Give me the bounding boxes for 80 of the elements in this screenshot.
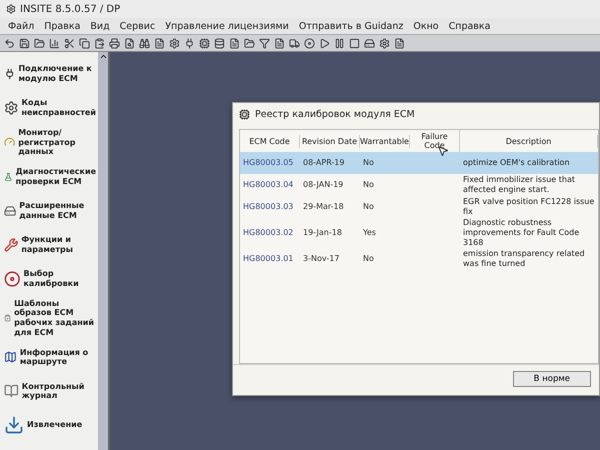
scrollbar[interactable] (98, 52, 108, 450)
dialog-title: Реестр калибровок модуля ECM (255, 108, 415, 120)
document-search-icon[interactable] (124, 38, 135, 48)
sidebar-item[interactable]: Контрольный журнал (22, 382, 96, 401)
undo-icon[interactable] (4, 38, 15, 48)
save-icon[interactable] (19, 38, 30, 48)
truck-icon[interactable] (289, 38, 300, 48)
menu-item[interactable]: Управление лицензиями (165, 20, 289, 32)
chart-icon[interactable] (49, 38, 60, 48)
menu-item[interactable]: Справка (448, 20, 490, 32)
folder-icon[interactable] (34, 38, 45, 48)
sidebar-item[interactable]: Функции и параметры (21, 235, 96, 254)
table-row[interactable]: HG80003.01 3-Nov-17 No emission transparency related was fine turned (240, 248, 598, 270)
stop-icon[interactable] (349, 38, 360, 48)
column-header[interactable]: ECM Code (240, 134, 300, 148)
cut-icon[interactable] (64, 38, 75, 48)
table-cell-text: Yes (362, 228, 377, 238)
sidebar-item[interactable]: Коды неисправностей (21, 98, 96, 118)
table-cell-text: optimize OEM's calibration (462, 158, 571, 168)
table-cell-text: 08-APR-19 (302, 158, 346, 168)
filter-icon[interactable] (259, 38, 270, 48)
table-cell-text: No (362, 180, 375, 190)
menu-item[interactable]: Отправить в Guidanz (298, 20, 404, 32)
table-cell-text: HG80003.02 (242, 228, 294, 238)
paste-icon[interactable] (94, 38, 105, 48)
menu-item[interactable]: Сервис (120, 20, 156, 32)
document-icon[interactable] (154, 38, 165, 48)
table-cell-text: HG80003.03 (242, 202, 294, 212)
scroll-up-icon[interactable] (98, 52, 108, 61)
sidebar-item[interactable]: Подключение к модулю ECM (18, 64, 96, 84)
document-icon[interactable] (229, 38, 240, 48)
menu-item[interactable]: Вид (90, 20, 110, 32)
disc-icon[interactable] (304, 38, 315, 48)
disc-icon[interactable] (4, 268, 20, 289)
column-header[interactable]: Revision Date (300, 134, 360, 148)
table-cell-text: 3-Nov-17 (302, 254, 340, 264)
table-cell-text: HG80003.05 (242, 158, 294, 168)
table-row[interactable]: HG80003.03 29-Mar-18 No EGR valve position FC1228 issue fix (240, 196, 598, 218)
table-cell-text: 08-JAN-19 (302, 180, 344, 190)
table-cell-text: HG80003.04 (242, 180, 294, 190)
column-header[interactable]: Description (460, 134, 598, 148)
binoculars-icon[interactable] (139, 38, 150, 48)
document-icon[interactable] (274, 38, 285, 48)
ok-button[interactable]: В норме (512, 371, 591, 387)
download-icon[interactable] (4, 415, 24, 436)
sidebar-item[interactable]: Расширенные данные ECM (19, 201, 96, 220)
menu-item[interactable]: Файл (8, 20, 34, 32)
table-cell-text: EGR valve position FC1228 issue fix (462, 197, 596, 217)
folder-icon[interactable] (244, 38, 255, 48)
play-icon[interactable] (319, 38, 330, 48)
table-cell-text: emission transparency related was fine turned (462, 249, 586, 269)
table-cell-text: No (362, 158, 375, 168)
database-icon[interactable] (214, 38, 225, 48)
window-title: INSITE 8.5.0.57 / DP (20, 4, 120, 14)
sidebar-item[interactable]: Монитор/регистратор данных (18, 128, 96, 157)
settings-icon[interactable] (169, 38, 180, 48)
menu-item[interactable]: Окно (413, 20, 439, 32)
pause-icon[interactable] (334, 38, 345, 48)
copy-icon[interactable] (79, 38, 90, 48)
sidebar-item[interactable]: Информация о маршруте (20, 348, 96, 367)
menu-item[interactable]: Правка (44, 20, 80, 32)
sidebar-item[interactable]: Извлечение (27, 420, 82, 430)
table-cell-text: No (362, 202, 375, 212)
table-cell-text: 19-Jan-18 (302, 228, 343, 238)
table-row[interactable]: HG80003.04 08-JAN-19 No Fixed immobilizer issue that affected engine start. (240, 174, 598, 196)
document-icon[interactable] (394, 38, 405, 48)
settings-icon[interactable] (379, 38, 390, 48)
table-cell-text: HG80003.01 (242, 254, 294, 264)
chip-icon[interactable] (199, 38, 210, 48)
table-row[interactable]: HG80003.05 08-APR-19 No optimize OEM's calibration (240, 152, 598, 174)
table-cell-text: 29-Mar-18 (302, 202, 345, 212)
column-header[interactable]: Warrantable (360, 134, 410, 148)
sidebar-item[interactable]: Диагностические проверки ECM (16, 167, 96, 186)
drive-icon[interactable] (364, 38, 375, 48)
table-cell-text: No (362, 254, 375, 264)
printer-icon[interactable] (109, 38, 120, 48)
table-cell-text: Fixed immobilizer issue that affected engine start. (462, 175, 576, 195)
plug-icon[interactable] (184, 38, 195, 48)
sidebar-item[interactable]: Выбор калибровки (23, 269, 96, 288)
sidebar-item[interactable]: Шаблоны образов ECM рабочих заданий для ECM (14, 298, 96, 338)
